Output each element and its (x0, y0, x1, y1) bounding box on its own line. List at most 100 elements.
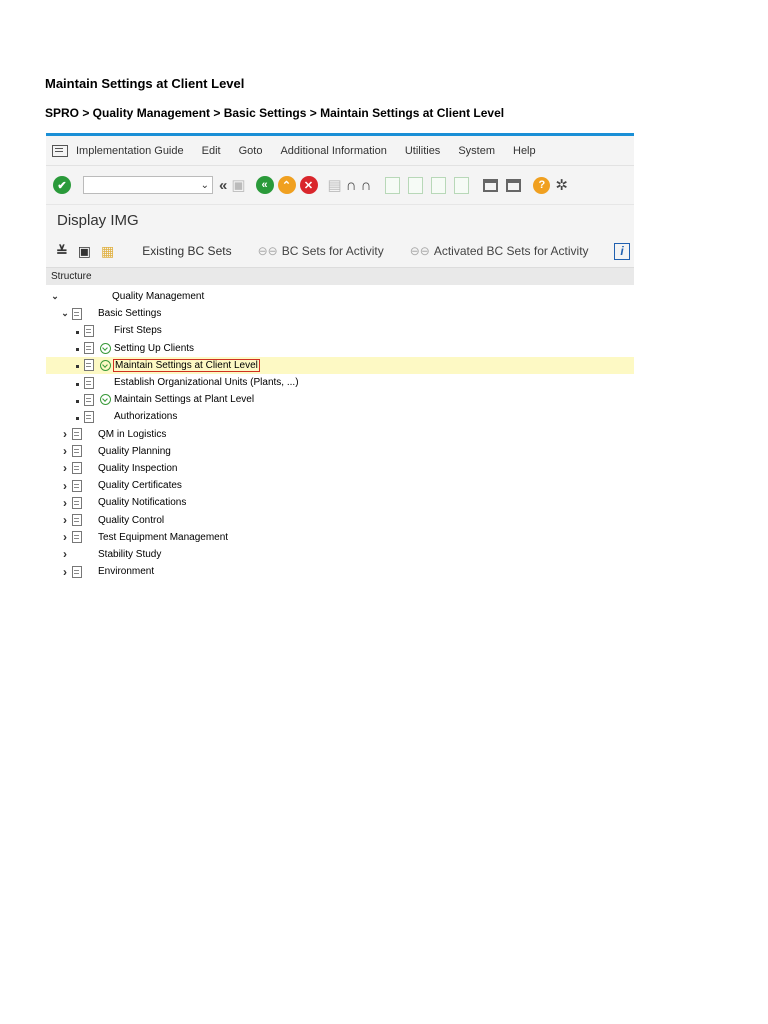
tree-node[interactable]: Establish Organizational Units (Plants, … (46, 374, 634, 391)
bc-set-icon[interactable]: ▦ (101, 243, 114, 260)
tree-node[interactable]: Authorizations (46, 408, 634, 425)
document-slot (70, 445, 84, 458)
menu-system[interactable]: System (458, 145, 495, 157)
tree-node[interactable]: › Quality Planning (46, 443, 634, 460)
chevron-right-icon[interactable]: › (60, 479, 70, 493)
tree-node-label[interactable]: Maintain Settings at Client Level (113, 358, 260, 372)
help-icon[interactable]: ? (533, 176, 551, 194)
customize-layout-icon[interactable]: ✲ (555, 176, 568, 194)
menu-additional-information[interactable]: Additional Information (280, 145, 386, 157)
documentation-icon[interactable] (72, 307, 82, 320)
documentation-icon[interactable] (72, 565, 82, 578)
tree-node[interactable]: › QM in Logistics (46, 426, 634, 443)
tree-node-label[interactable]: Maintain Settings at Plant Level (114, 394, 254, 405)
tree-node-label[interactable]: Authorizations (114, 411, 177, 422)
tree-node[interactable]: › Environment (46, 563, 634, 580)
document-slot (70, 531, 84, 544)
cancel-icon[interactable]: ✕ (299, 176, 318, 194)
tree-node-label[interactable]: Quality Notifications (98, 497, 186, 508)
tree-node-label[interactable]: Test Equipment Management (98, 532, 228, 543)
tree-node-label[interactable]: QM in Logistics (98, 429, 166, 440)
menu-icon[interactable] (52, 144, 68, 157)
where-used-icon[interactable]: ▣ (78, 243, 91, 260)
chevron-right-icon[interactable]: › (60, 444, 70, 458)
tree-node-label[interactable]: Quality Certificates (98, 480, 182, 491)
tree-node[interactable]: › Quality Certificates (46, 477, 634, 494)
command-field[interactable]: ⌄ (83, 176, 213, 194)
documentation-icon[interactable] (84, 324, 94, 337)
find-icon[interactable]: ∩ (346, 177, 357, 194)
documentation-icon[interactable] (72, 479, 82, 492)
documentation-icon[interactable] (72, 496, 82, 509)
find-next-icon[interactable]: ∩ (361, 177, 372, 194)
tree-node-label[interactable]: Quality Planning (98, 446, 171, 457)
tree-node[interactable]: › Test Equipment Management (46, 529, 634, 546)
tree-node[interactable]: First Steps (46, 322, 634, 339)
enter-icon[interactable]: ✔ (53, 176, 71, 194)
back-double-icon[interactable]: « (219, 177, 227, 194)
tree-node-label[interactable]: Environment (98, 566, 154, 577)
tree-node-label[interactable]: Quality Control (98, 515, 164, 526)
tree-node[interactable]: Maintain Settings at Plant Level (46, 391, 634, 408)
glasses-icon: ⊖⊖ (409, 244, 430, 258)
tree-node[interactable]: › Quality Inspection (46, 460, 634, 477)
info-icon[interactable]: i (614, 242, 630, 260)
bc-sets-for-activity-button[interactable]: ⊖⊖ BC Sets for Activity (258, 244, 384, 258)
documentation-icon[interactable] (72, 514, 82, 527)
tree-node[interactable]: ⌄ Quality Management (46, 288, 634, 305)
tree-node[interactable]: Maintain Settings at Client Level (46, 356, 634, 374)
tree-node[interactable]: › Quality Control (46, 511, 634, 528)
tree-node[interactable]: ⌄ Basic Settings (46, 305, 634, 322)
menu-implementation-guide[interactable]: Implementation Guide (76, 145, 184, 157)
print-icon[interactable]: ▤ (328, 176, 342, 194)
documentation-icon[interactable] (72, 428, 82, 441)
first-page-icon[interactable] (385, 176, 401, 194)
documentation-icon[interactable] (72, 445, 82, 458)
chevron-down-icon[interactable]: ⌄ (60, 308, 70, 319)
documentation-icon[interactable] (84, 342, 94, 355)
previous-page-icon[interactable] (408, 176, 424, 194)
chevron-right-icon[interactable]: › (60, 530, 70, 544)
chevron-down-icon[interactable]: ⌄ (50, 291, 60, 302)
last-page-icon[interactable] (454, 176, 470, 194)
save-icon[interactable]: ▣ (231, 176, 245, 194)
documentation-icon[interactable] (84, 376, 94, 389)
tree-node[interactable]: › Stability Study (46, 546, 634, 563)
chevron-right-icon[interactable]: › (60, 496, 70, 510)
next-page-icon[interactable] (431, 176, 447, 194)
chevron-right-icon[interactable]: › (60, 427, 70, 441)
documentation-icon[interactable] (84, 410, 94, 423)
tree-node-label[interactable]: Quality Inspection (98, 463, 178, 474)
tree-node-label[interactable]: Stability Study (98, 549, 161, 560)
activated-bc-sets-button[interactable]: ⊖⊖ Activated BC Sets for Activity (410, 244, 589, 258)
tree-node-label[interactable]: Quality Management (112, 291, 204, 302)
back-icon[interactable]: « (255, 176, 274, 194)
execute-activity-icon[interactable] (99, 342, 111, 354)
menu-utilities[interactable]: Utilities (405, 145, 440, 157)
chevron-right-icon[interactable]: › (60, 565, 70, 579)
tree-node-label[interactable]: First Steps (114, 325, 162, 336)
documentation-icon[interactable] (84, 393, 94, 406)
execute-activity-icon[interactable] (99, 359, 111, 371)
menu-edit[interactable]: Edit (202, 145, 221, 157)
tree-node[interactable]: › Quality Notifications (46, 494, 634, 511)
tree-node-label[interactable]: Setting Up Clients (114, 343, 194, 354)
tree-node-label[interactable]: Establish Organizational Units (Plants, … (114, 377, 299, 388)
chevron-right-icon[interactable]: › (60, 547, 70, 561)
tree-node[interactable]: Setting Up Clients (46, 340, 634, 357)
execute-activity-icon[interactable] (99, 394, 111, 406)
shortcut-icon[interactable] (506, 178, 522, 192)
documentation-icon[interactable] (72, 462, 82, 475)
menu-help[interactable]: Help (513, 145, 536, 157)
menu-goto[interactable]: Goto (239, 145, 263, 157)
create-session-icon[interactable] (483, 178, 499, 192)
documentation-icon[interactable] (84, 359, 94, 372)
collapse-all-icon[interactable]: ≚ (56, 243, 68, 260)
tree-node-label[interactable]: Basic Settings (98, 308, 161, 319)
chevron-down-icon[interactable]: ⌄ (201, 180, 209, 191)
documentation-icon[interactable] (72, 531, 82, 544)
existing-bc-sets-button[interactable]: Existing BC Sets (142, 244, 231, 258)
exit-icon[interactable]: ⌃ (277, 176, 296, 194)
chevron-right-icon[interactable]: › (60, 461, 70, 475)
chevron-right-icon[interactable]: › (60, 513, 70, 527)
